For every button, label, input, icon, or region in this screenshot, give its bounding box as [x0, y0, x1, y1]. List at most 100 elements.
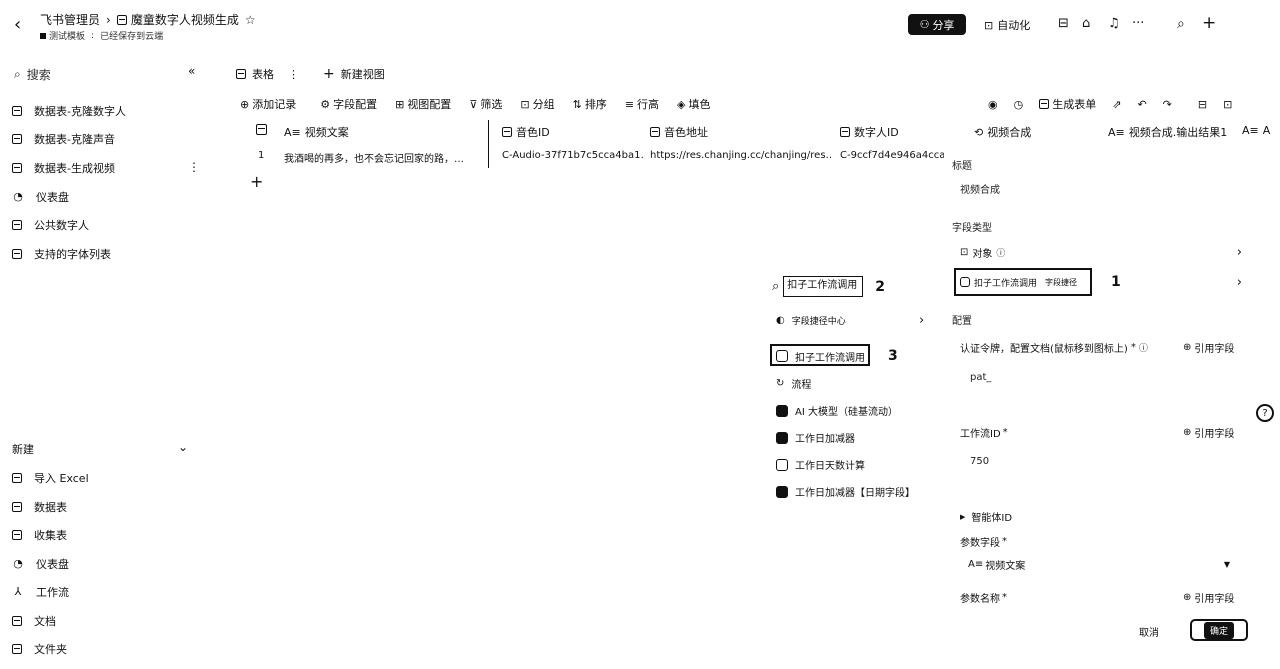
dropdown-item-coze[interactable]: 扣子工作流调用 3 — [776, 348, 898, 364]
filter-button[interactable]: ⊽ 筛选 — [469, 96, 502, 112]
cell-voice-id[interactable]: C-Audio-37f71b7c5cca4ba1… — [502, 150, 644, 161]
dropdown-item-ai[interactable]: AI 大模型（硅基流动） — [776, 403, 898, 418]
cell-script[interactable]: 我酒喝的再多，也不会忘记回家的路，… — [284, 150, 484, 165]
star-icon[interactable]: ☆ — [245, 13, 256, 27]
type-option-coze[interactable]: 扣子工作流调用 字段捷径 1 › — [960, 274, 1242, 290]
note-icon[interactable]: ⊟ — [1058, 16, 1069, 31]
text-field-icon: A≡ — [1108, 125, 1125, 139]
filter-icon: ⊽ — [469, 97, 478, 111]
chevron-down-icon[interactable]: ⌄ — [178, 440, 188, 454]
new-item-table[interactable]: 数据表 — [12, 499, 67, 515]
dropdown-item-workday[interactable]: 工作日加减器 — [776, 430, 855, 445]
column-header-script[interactable]: A≡ 视频文案 — [284, 124, 349, 140]
type-option-object[interactable]: ⊡ 对象 ⓘ › — [960, 245, 1242, 260]
automation-button[interactable]: ⊡ 自动化 — [984, 17, 1030, 33]
search-icon[interactable]: ⌕ — [1177, 16, 1185, 32]
collapse-sidebar-icon[interactable]: « — [188, 64, 195, 78]
new-item-dashboard[interactable]: ◔ 仪表盘 — [12, 556, 69, 572]
param-field-select[interactable]: A≡ 视频文案 ▼ — [968, 557, 1230, 572]
sidebar-item-dashboard[interactable]: ◔ 仪表盘 — [12, 189, 69, 205]
workflow-id-label: 工作流ID * — [960, 427, 1008, 440]
view-more-icon[interactable]: ⋮ — [288, 68, 299, 81]
settings-icon[interactable]: ◉ — [988, 98, 998, 111]
generate-form-button[interactable]: 生成表单 — [1039, 96, 1096, 112]
sidebar-item-clone-avatar[interactable]: 数据表-克隆数字人 — [12, 103, 126, 119]
field-type-search: ⌕ 扣子工作流调用 2 — [772, 276, 885, 297]
column-header-avatar-id[interactable]: 数字人ID — [840, 124, 899, 140]
plugin-icon[interactable]: ⌂ — [1082, 16, 1090, 31]
group-button[interactable]: ⊡ 分组 — [520, 96, 554, 112]
new-item-import-excel[interactable]: 导入 Excel — [12, 470, 89, 486]
tab-grid-view[interactable]: 表格 — [252, 66, 274, 82]
sidebar-search[interactable]: ⌕ 搜索 — [14, 66, 51, 83]
sidebar-item-public-avatar[interactable]: 公共数字人 — [12, 217, 89, 233]
doc-title[interactable]: 魔童数字人视频生成 — [131, 11, 239, 28]
help-icon[interactable]: ? — [1256, 404, 1274, 422]
plus-circle-icon: ⊕ — [1183, 342, 1192, 353]
view-config-button[interactable]: ⊞ 视图配置 — [395, 96, 451, 112]
form-icon — [12, 530, 22, 540]
add-icon[interactable]: + — [1202, 13, 1216, 33]
new-item-form[interactable]: 收集表 — [12, 527, 67, 543]
title-input[interactable]: 视频合成 — [960, 181, 1000, 196]
workspace-link[interactable]: 飞书管理员 — [40, 11, 100, 28]
cite-field-button-workflow[interactable]: ⊕ 引用字段 — [1183, 425, 1234, 440]
cite-field-button-param[interactable]: ⊕ 引用字段 — [1183, 590, 1234, 605]
column-header-voice-id[interactable]: 音色ID — [502, 124, 550, 140]
back-arrow-icon[interactable]: ‹ — [14, 14, 21, 35]
comment-icon[interactable]: ⊡ — [1223, 98, 1232, 111]
field-type-search-input[interactable]: 扣子工作流调用 — [783, 276, 864, 297]
chevron-right-icon: › — [1236, 245, 1242, 260]
more-icon[interactable]: ··· — [1132, 16, 1144, 31]
sort-button[interactable]: ⇅ 排序 — [573, 96, 607, 112]
sidebar-item-clone-voice[interactable]: 数据表-克隆声音 — [12, 131, 115, 147]
row-height-button[interactable]: ≡ 行高 — [625, 96, 659, 112]
redo-icon[interactable]: ↷ — [1163, 98, 1172, 111]
share-button[interactable]: ⚇ 分享 — [908, 14, 966, 35]
field-icon — [840, 127, 850, 137]
cancel-button[interactable]: 取消 — [1139, 624, 1159, 639]
dropdown-item-shortcut-center[interactable]: ◐ 字段捷径中心 › — [776, 313, 924, 328]
cell-avatar-id[interactable]: C-9ccf7d4e946a4ccab — [840, 150, 944, 161]
folder-icon — [12, 644, 22, 654]
dropdown-item-flow[interactable]: ↻ 流程 — [776, 376, 811, 391]
add-row-button[interactable]: + — [250, 172, 263, 191]
search-input[interactable]: 搜索 — [27, 66, 51, 83]
confirm-button[interactable]: 确定 — [1190, 619, 1248, 641]
select-all-checkbox[interactable] — [256, 124, 267, 135]
cite-field-button-token[interactable]: ⊕ 引用字段 — [1183, 340, 1234, 355]
sidebar-item-generate-video[interactable]: 数据表-生成视频 — [12, 160, 115, 176]
dropdown-item-workday-count[interactable]: 工作日天数计算 — [776, 457, 865, 472]
token-label: 认证令牌，配置文档(鼠标移到图标上) * ⓘ — [960, 341, 1148, 355]
new-item-folder[interactable]: 文件夹 — [12, 641, 67, 657]
undo-icon[interactable]: ↶ — [1137, 98, 1146, 111]
share-view-icon[interactable]: ⇗ — [1112, 98, 1121, 111]
column-header-video-output[interactable]: A≡ 视频合成.输出结果1 — [1108, 124, 1227, 140]
add-view-button[interactable]: 新建视图 — [341, 66, 385, 82]
fill-color-button[interactable]: ◈ 填色 — [677, 96, 710, 112]
doc-status: 测试模板 : 已经保存到云端 — [40, 29, 163, 42]
dropdown-item-workday-date[interactable]: 工作日加减器【日期字段】 — [776, 484, 915, 499]
column-header-voice-url[interactable]: 音色地址 — [650, 124, 708, 140]
history-icon[interactable]: ◷ — [1014, 98, 1024, 111]
add-record-button[interactable]: ⊕ 添加记录 — [240, 96, 296, 112]
info-icon[interactable]: ⓘ — [1139, 341, 1148, 354]
field-icon — [502, 127, 512, 137]
status-tag: 测试模板 — [49, 32, 86, 42]
new-item-doc[interactable]: 文档 — [12, 613, 56, 629]
more-vertical-icon[interactable]: ⋮ — [188, 160, 200, 174]
agent-id-toggle[interactable]: ▶ 智能体ID — [960, 509, 1012, 525]
bell-icon[interactable]: ♫ — [1108, 16, 1120, 31]
column-header-video[interactable]: ⟲ 视频合成 — [974, 124, 1031, 140]
field-config-button[interactable]: ⚙ 字段配置 — [320, 96, 377, 112]
robot-icon: ⊡ — [984, 18, 994, 32]
paint-icon: ◈ — [677, 97, 686, 111]
new-item-workflow[interactable]: ⅄ 工作流 — [12, 584, 69, 600]
column-header-more[interactable]: A≡ A — [1242, 124, 1270, 137]
expand-icon[interactable]: ⊟ — [1198, 98, 1207, 111]
token-input[interactable]: pat_ — [970, 372, 991, 383]
workflow-id-input[interactable]: 750 — [970, 456, 989, 467]
config-section-label: 配置 — [952, 316, 972, 327]
sidebar-item-fonts[interactable]: 支持的字体列表 — [12, 246, 111, 262]
cell-voice-url[interactable]: https://res.chanjing.cc/chanjing/res… — [650, 150, 832, 161]
